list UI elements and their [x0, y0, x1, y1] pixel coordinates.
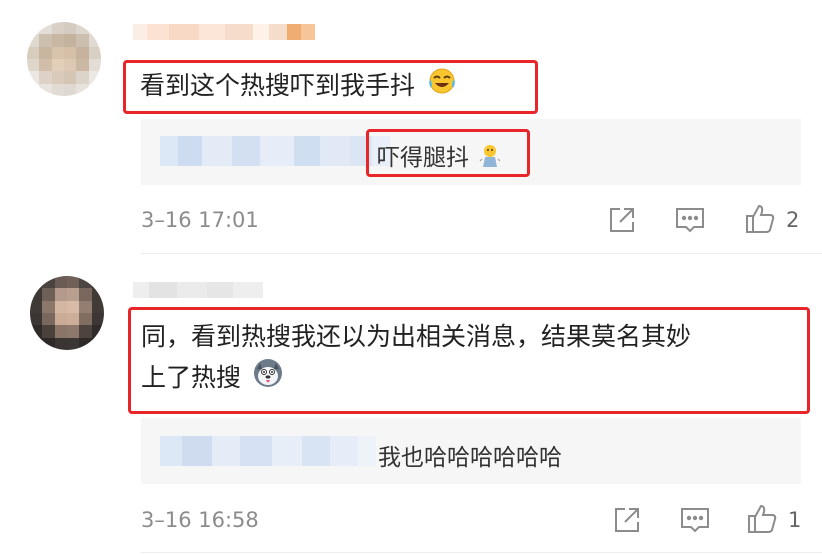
divider — [141, 552, 822, 553]
comment-text-line2: 上了热搜 — [141, 357, 691, 401]
reply-text: 吓得腿抖 — [377, 138, 501, 175]
comment-icon[interactable] — [674, 205, 706, 239]
username-blurred[interactable] — [133, 282, 263, 298]
comment-time: 3–16 17:01 — [141, 208, 259, 232]
comment-text-line2-content: 上了热搜 — [141, 363, 242, 392]
like-icon[interactable] — [744, 203, 776, 239]
comment-time: 3–16 16:58 — [141, 508, 259, 532]
comment-text-content: 看到这个热搜吓到我手抖 — [140, 71, 416, 100]
divider — [141, 253, 822, 254]
husky-dog-emoji-icon — [252, 357, 284, 401]
reply-username-blurred[interactable] — [160, 136, 390, 166]
like-count: 1 — [788, 508, 802, 532]
avatar[interactable] — [30, 276, 104, 350]
comment-text: 看到这个热搜吓到我手抖 — [140, 66, 457, 107]
share-icon[interactable] — [607, 205, 637, 239]
reply-text: 我也哈哈哈哈哈哈 — [378, 445, 562, 471]
avatar-mosaic — [27, 22, 101, 96]
share-icon[interactable] — [612, 505, 642, 539]
like-icon[interactable] — [746, 503, 778, 539]
comment-text: 同，看到热搜我还以为出相关消息，结果莫名其妙 上了热搜 — [141, 317, 691, 401]
reply-username-blurred[interactable] — [160, 436, 376, 466]
laugh-cry-emoji-icon — [427, 67, 457, 107]
like-count: 2 — [786, 208, 800, 232]
avatar-mosaic — [30, 276, 104, 350]
comment-icon[interactable] — [679, 505, 711, 539]
username-blurred[interactable] — [133, 24, 315, 40]
reply-text-content: 吓得腿抖 — [377, 145, 469, 171]
trembling-emoji-icon — [479, 143, 501, 175]
comment-text-line1: 同，看到热搜我还以为出相关消息，结果莫名其妙 — [141, 322, 692, 351]
avatar[interactable] — [27, 22, 101, 96]
